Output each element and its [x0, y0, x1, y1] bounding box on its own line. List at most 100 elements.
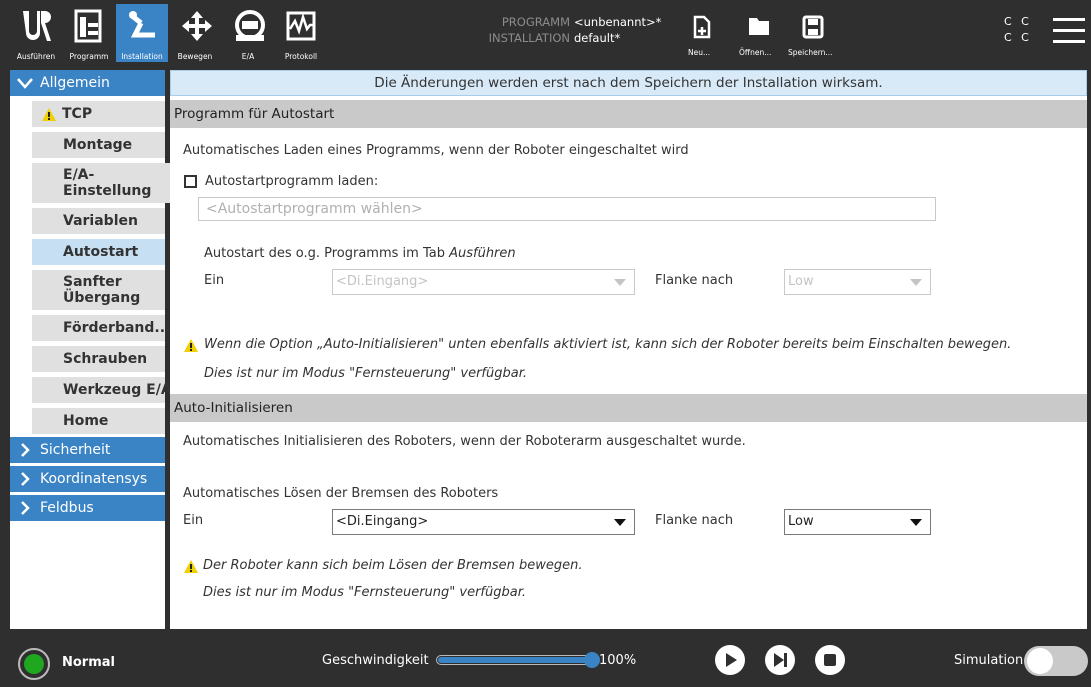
sidebar-item-conveyor[interactable]: Förderband... [32, 315, 170, 341]
autoinit-brake-label: Automatisches Lösen der Bremsen des Robo… [183, 486, 499, 501]
top-bar: Ausführen Programm Installation Bewegen … [0, 0, 1091, 62]
speed-slider-handle[interactable] [584, 652, 600, 668]
speed-slider-fill [438, 657, 592, 663]
simulation-toggle[interactable] [1024, 646, 1088, 676]
folder-icon [749, 18, 769, 35]
tab-run[interactable]: Ausführen [10, 4, 62, 62]
autostart-input-dropdown[interactable]: <Di.Eingang> [332, 269, 635, 295]
hamburger-icon [1053, 18, 1085, 21]
sidebar-item-autostart[interactable]: Autostart [32, 239, 165, 265]
program-key: PROGRAMM [501, 15, 570, 29]
sidebar-item-variables[interactable]: Variablen [32, 208, 165, 234]
move-arrows-icon [182, 11, 212, 41]
robot-status-button[interactable] [18, 648, 50, 680]
warning-icon [184, 339, 198, 352]
speed-label: Geschwindigkeit [322, 653, 429, 668]
chevron-right-icon [21, 501, 30, 515]
autostart-program-field[interactable]: <Autostartprogramm wählen> [198, 197, 936, 221]
open-button[interactable]: Öffnen... [736, 10, 782, 60]
io-icon [235, 10, 265, 41]
autoinit-input-dropdown[interactable]: <Di.Eingang> [332, 509, 635, 535]
installation-key: INSTALLATION [488, 31, 570, 45]
autostart-tab-prefix: Autostart des o.g. Programms im Tab [204, 246, 450, 261]
section-autoinit-title: Auto-Initialisieren [170, 394, 1087, 422]
autoinit-on-label: Ein [183, 513, 204, 528]
simulation-label: Simulation [954, 653, 1024, 668]
menu-button[interactable] [1053, 18, 1085, 44]
sidebar-item-label: E/A-Einstellung [63, 167, 152, 199]
tab-move-label: Bewegen [177, 52, 213, 61]
sidebar-group-general-label: Allgemein [40, 75, 110, 91]
chevron-down-icon [910, 279, 922, 286]
sidebar-item-label: Variablen [63, 213, 138, 229]
save-button[interactable]: Speichern... [785, 10, 843, 60]
sidebar-item-label: Autostart [63, 244, 139, 260]
main-panel: Die Änderungen werden erst nach dem Spei… [170, 70, 1087, 629]
autoinit-description: Automatisches Initialisieren des Roboter… [183, 434, 746, 449]
connection-status-bottom: C C [1004, 31, 1032, 44]
sidebar-group-fieldbus-label: Feldbus [40, 500, 94, 516]
autoinit-flank-dropdown[interactable]: Low [784, 509, 931, 535]
stop-button[interactable] [814, 644, 846, 676]
autostart-description: Automatisches Laden eines Programms, wen… [183, 143, 689, 158]
new-button-label: Neu... [688, 48, 711, 57]
save-icon [802, 15, 824, 39]
sidebar-group-coordinate-systems[interactable]: Koordinatensys [10, 466, 165, 492]
installation-icon [129, 11, 155, 38]
status-indicator-icon [24, 654, 44, 674]
tab-log[interactable]: Protokoll [275, 4, 327, 62]
tab-io[interactable]: E/A [222, 4, 274, 62]
autostart-checkbox-label: Autostartprogramm laden: [205, 174, 379, 189]
tab-move[interactable]: Bewegen [169, 4, 221, 62]
sidebar-item-screwing[interactable]: Schrauben [32, 346, 165, 372]
sidebar-item-label: Schrauben [63, 351, 148, 367]
program-info: PROGRAMM <unbenannt>* INSTALLATION default… [470, 14, 662, 46]
ur-logo-icon [23, 11, 51, 41]
tab-program[interactable]: Programm [63, 4, 115, 62]
sidebar-item-tcp[interactable]: TCP [32, 101, 165, 127]
program-icon [74, 9, 102, 43]
autostart-flank-value: Low [788, 274, 814, 289]
sidebar-group-fieldbus[interactable]: Feldbus [10, 495, 165, 521]
sidebar-group-safety-label: Sicherheit [40, 442, 111, 458]
section-autostart-title: Programm für Autostart [170, 100, 1087, 128]
sidebar-item-label: Werkzeug E/A [63, 382, 172, 398]
sidebar-item-home[interactable]: Home [32, 408, 165, 434]
sidebar-item-smooth-transition[interactable]: Sanfter Übergang [32, 270, 165, 310]
chevron-right-icon [21, 443, 30, 457]
sidebar-group-safety[interactable]: Sicherheit [10, 437, 165, 463]
speed-slider[interactable] [436, 655, 594, 665]
log-icon [286, 11, 316, 41]
warning-icon [42, 108, 56, 121]
sidebar-item-label: Förderband... [63, 320, 171, 336]
tab-installation-label: Installation [121, 52, 163, 61]
autostart-checkbox[interactable] [184, 175, 197, 188]
sidebar-group-general[interactable]: Allgemein [10, 70, 165, 96]
chevron-down-icon [614, 519, 626, 526]
autostart-warning-text: Wenn die Option „Auto-Initialisieren" un… [204, 337, 1012, 352]
speed-value: 100% [599, 653, 637, 668]
new-button[interactable]: Neu... [684, 10, 724, 60]
step-button[interactable] [764, 644, 796, 676]
save-notice: Die Änderungen werden erst nach dem Spei… [170, 70, 1087, 96]
sidebar-item-mounting[interactable]: Montage [32, 132, 165, 158]
sidebar: Allgemein TCP Montage E/A-Einstellung Va… [10, 70, 172, 629]
chevron-right-icon [21, 472, 30, 486]
sidebar-item-label: Home [63, 413, 109, 429]
autoinit-flank-label: Flanke nach [655, 513, 734, 528]
simulation-toggle-knob [1027, 648, 1053, 674]
sidebar-item-tool-io[interactable]: Werkzeug E/A [32, 377, 172, 403]
save-button-label: Speichern... [788, 48, 833, 57]
play-button[interactable] [714, 644, 746, 676]
installation-value: default* [574, 31, 621, 45]
autostart-flank-dropdown[interactable]: Low [784, 269, 931, 295]
new-file-icon [693, 15, 711, 39]
autostart-on-label: Ein [204, 273, 225, 288]
tab-program-label: Programm [69, 52, 109, 61]
sidebar-item-io-setup[interactable]: E/A-Einstellung [32, 163, 172, 203]
tab-run-label: Ausführen [16, 52, 56, 61]
connection-status: C C C C [1004, 14, 1032, 46]
autostart-mode-text: Dies ist nur im Modus "Fernsteuerung" ve… [204, 366, 528, 381]
tab-installation[interactable]: Installation [116, 4, 168, 62]
autostart-flank-label: Flanke nach [655, 273, 734, 288]
